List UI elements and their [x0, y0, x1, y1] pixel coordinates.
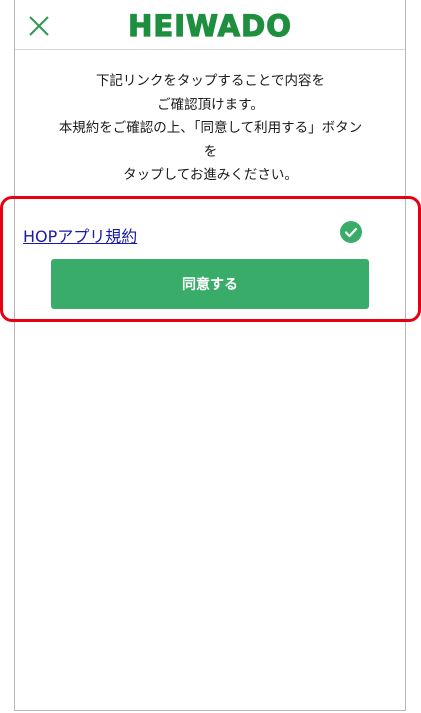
agree-button[interactable]: 同意する [51, 259, 369, 309]
instruction-line: 本規約をご確認の上、「同意して利用する」ボタン [58, 120, 363, 136]
instruction-line: 下記リンクをタップすることで内容を [95, 73, 326, 89]
header: HEIWADO [15, 0, 405, 50]
close-button[interactable] [27, 14, 51, 38]
close-icon [29, 16, 49, 36]
instruction-line: ご確認頂けます。 [157, 96, 264, 113]
terms-link[interactable]: HOPアプリ規約 [23, 223, 137, 247]
heiwado-logo: HEIWADO [128, 8, 292, 43]
instruction-text: 下記リンクをタップすることで内容を ご確認頂けます。 本規約をご確認の上、「同意… [0, 70, 421, 188]
instruction-line: タップしてお進みください。 [123, 167, 298, 183]
instruction-line: を [203, 143, 218, 160]
check-circle-icon [340, 221, 362, 243]
